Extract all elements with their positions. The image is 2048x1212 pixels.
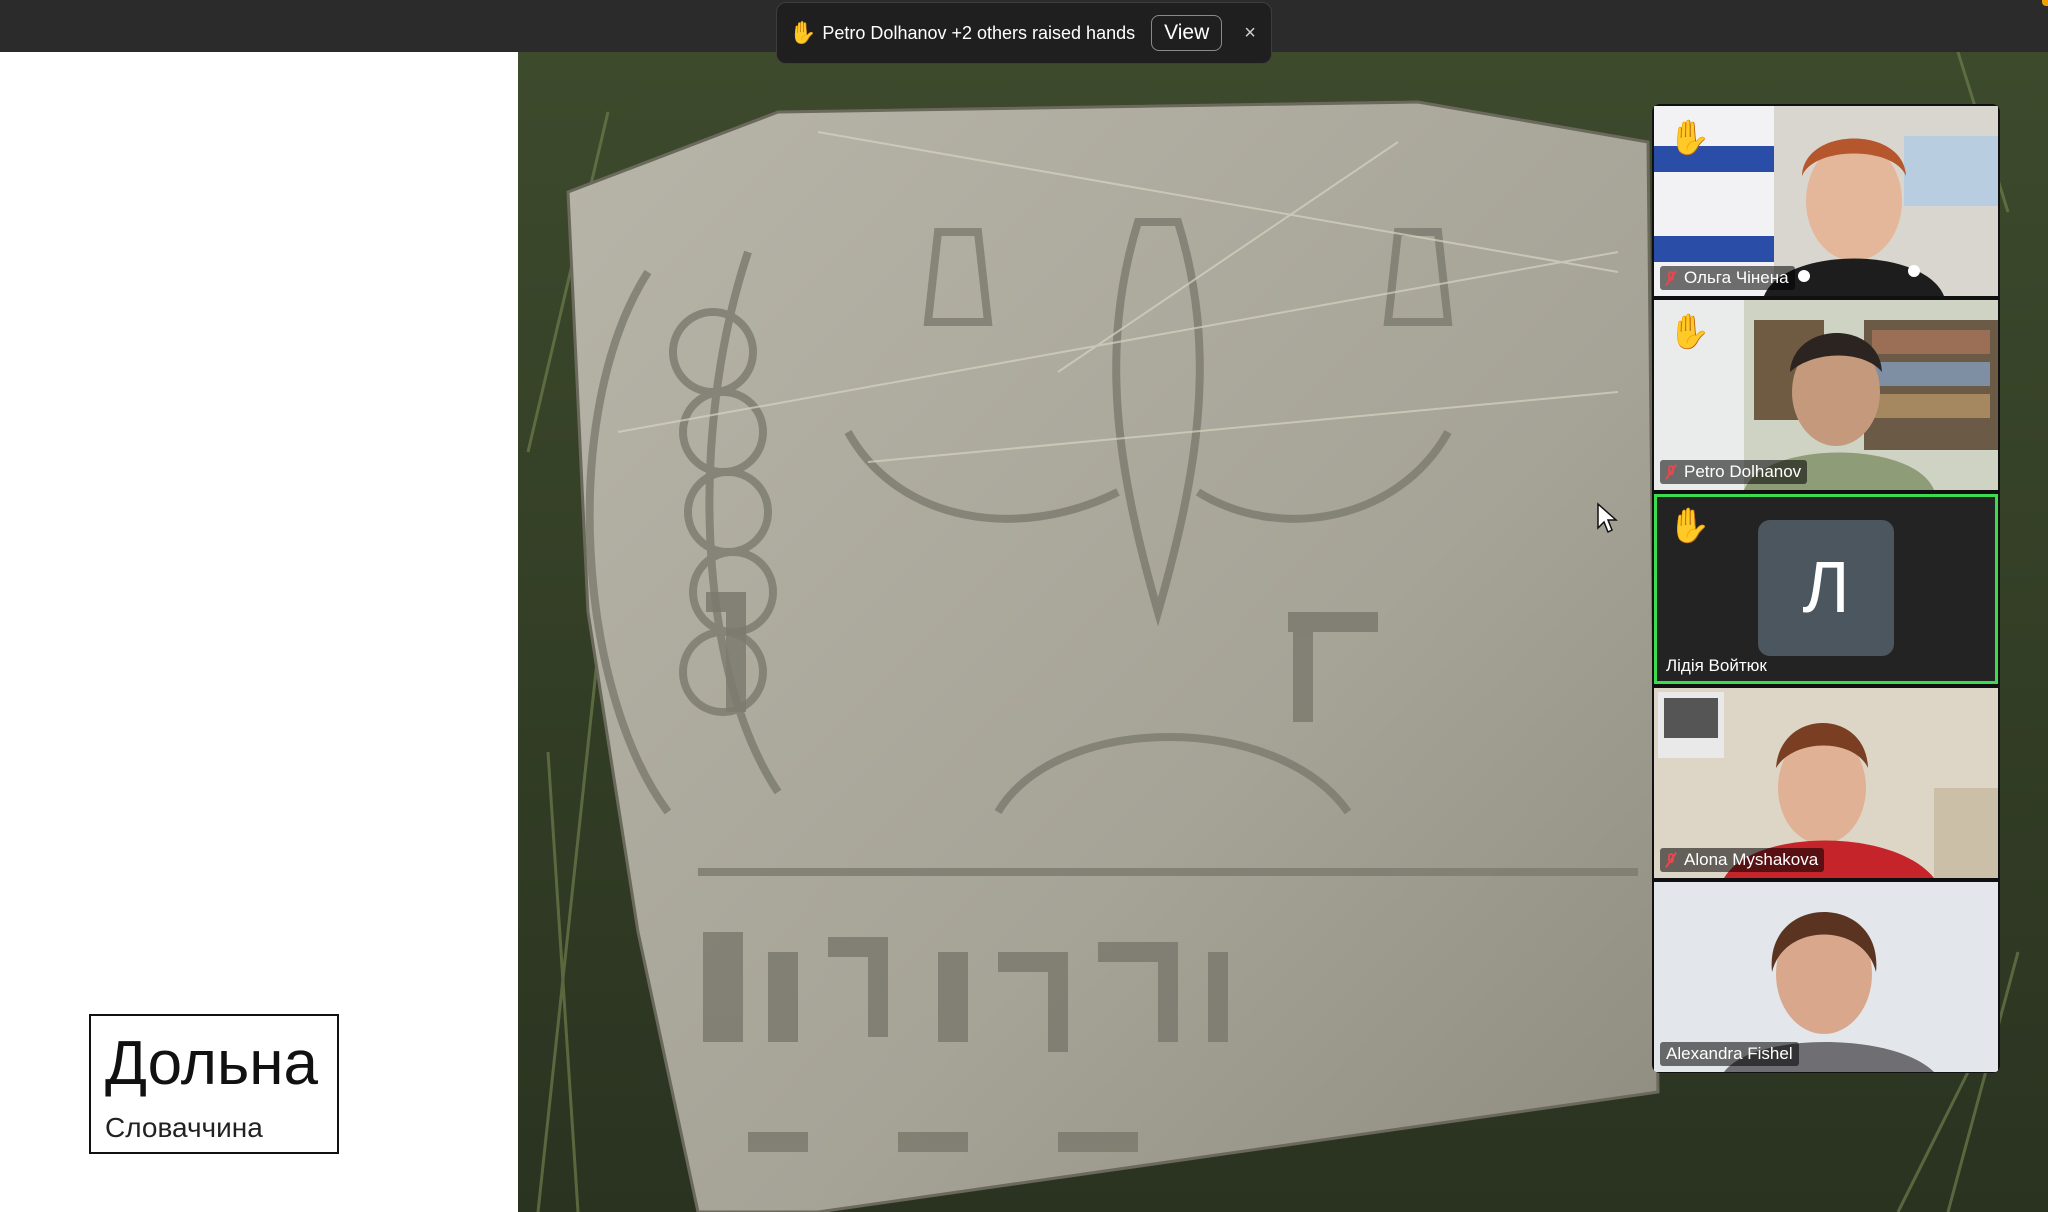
notification-message: Petro Dolhanov +2 others raised hands (822, 22, 1136, 43)
participant-tile[interactable]: Alona Myshakova (1654, 688, 1998, 878)
participant-name-label: Alexandra Fishel (1660, 1042, 1799, 1066)
participant-name: Лідія Войтюк (1666, 656, 1767, 675)
slide-title-box: Дольна Словаччина (89, 1014, 339, 1154)
slide-subtitle: Словаччина (105, 1112, 263, 1143)
raised-hand-icon: ✋ (1668, 313, 1711, 351)
mouse-cursor-icon (1597, 502, 1618, 534)
participant-name: Petro Dolhanov (1684, 462, 1802, 481)
participant-gallery: ✋ Ольга Чінена ✋ Petro Dolhanov ✋ Л Ліді… (1652, 104, 2000, 1073)
participant-name-label: Petro Dolhanov (1660, 460, 1808, 484)
participant-tile[interactable]: ✋ Petro Dolhanov (1654, 300, 1998, 490)
participant-tile-active-speaker[interactable]: ✋ Л Лідія Войтюк (1654, 494, 1998, 684)
mic-muted-icon (1666, 465, 1676, 479)
status-dot (2042, 0, 2048, 6)
raised-hands-notification: ✋ Petro Dolhanov +2 others raised hands … (776, 2, 1272, 64)
view-button[interactable]: View (1151, 15, 1223, 51)
participant-name-label: Alona Myshakova (1660, 848, 1825, 872)
participant-name: Alexandra Fishel (1666, 1044, 1793, 1063)
raised-hand-icon: ✋ (1668, 119, 1711, 157)
participant-name-label: Лідія Войтюк (1660, 654, 1773, 678)
slide-title: Дольна (105, 1029, 319, 1098)
mic-muted-icon (1666, 271, 1676, 285)
mic-muted-icon (1666, 853, 1676, 867)
participant-tile[interactable]: Alexandra Fishel (1654, 882, 1998, 1072)
participant-name: Ольга Чінена (1684, 268, 1789, 287)
close-icon[interactable]: × (1244, 22, 1256, 45)
avatar: Л (1758, 520, 1894, 656)
participant-tile[interactable]: ✋ Ольга Чінена (1654, 106, 1998, 296)
participant-name-label: Ольга Чінена (1660, 266, 1795, 290)
participant-name: Alona Myshakova (1684, 850, 1819, 869)
raised-hand-icon: ✋ (789, 20, 817, 45)
raised-hand-icon: ✋ (1668, 507, 1711, 545)
